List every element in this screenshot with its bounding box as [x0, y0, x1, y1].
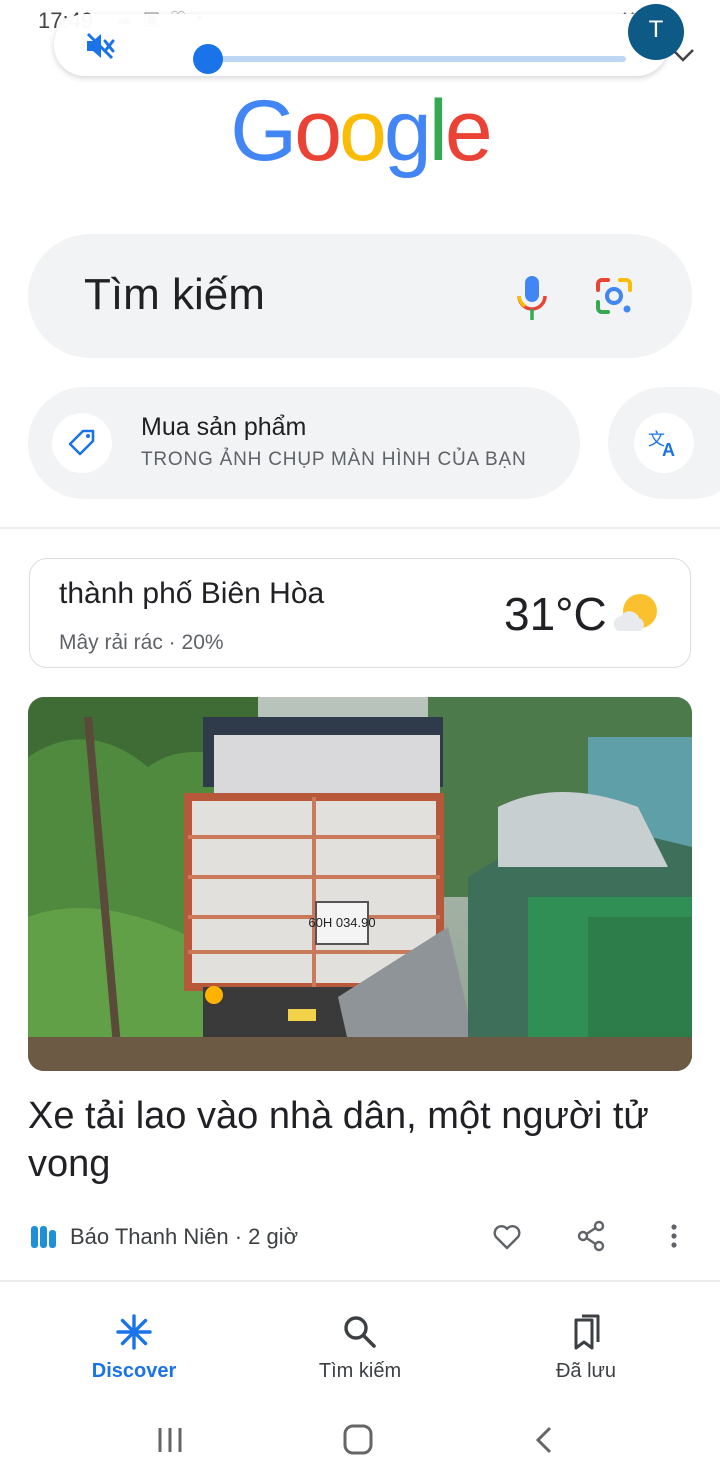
svg-text:A: A: [662, 440, 675, 458]
weather-city: thành phố Biên Hòa: [59, 577, 325, 610]
logo-letter: g: [383, 83, 432, 179]
bottom-nav: Discover Tìm kiếm Đã lưu: [0, 1296, 720, 1400]
logo-letter: e: [444, 83, 493, 179]
share-icon[interactable]: [576, 1220, 606, 1252]
recent-apps-icon[interactable]: [150, 1422, 190, 1458]
heart-icon[interactable]: [492, 1222, 522, 1250]
tag-icon: [68, 429, 95, 456]
weather-description: Mây rải rác · 20%: [59, 631, 224, 654]
shop-screenshot-chip[interactable]: Mua sản phẩm TRONG ẢNH CHỤP MÀN HÌNH CỦA…: [28, 387, 580, 499]
truck-crash-photo: 60H 034.90: [28, 697, 692, 1071]
search-icon: [344, 1316, 376, 1348]
discover-asterisk-icon: [116, 1314, 152, 1350]
article-source[interactable]: Báo Thanh Niên · 2 giờ: [70, 1224, 298, 1250]
article-image[interactable]: 60H 034.90: [28, 697, 692, 1071]
nav-discover[interactable]: Discover: [34, 1312, 234, 1383]
system-nav-bar: [0, 1400, 720, 1480]
source-logo-icon: [31, 1226, 56, 1248]
translate-chip[interactable]: 文 A: [608, 387, 720, 499]
nav-saved[interactable]: Đã lưu: [486, 1312, 686, 1383]
article-meta-row: Báo Thanh Niên · 2 giờ: [28, 1216, 692, 1256]
mic-icon[interactable]: [513, 274, 551, 322]
volume-panel: [54, 14, 694, 76]
chip-icon-wrap: [52, 413, 112, 473]
logo-letter: o: [339, 83, 387, 179]
translate-icon: 文 A: [648, 430, 675, 458]
chip-subtitle: TRONG ẢNH CHỤP MÀN HÌNH CỦA BẠN: [141, 449, 527, 470]
chip-icon-wrap: 文 A: [634, 413, 694, 473]
logo-letter: l: [428, 83, 448, 179]
search-placeholder: Tìm kiếm: [84, 270, 265, 319]
partly-cloudy-icon: [613, 594, 657, 631]
bookmarks-icon: [574, 1314, 600, 1350]
volume-slider-thumb[interactable]: [193, 44, 223, 74]
volume-slider-track[interactable]: [206, 56, 626, 62]
nav-label: Đã lưu: [555, 1360, 617, 1382]
nav-label: Tìm kiếm: [318, 1360, 402, 1382]
search-bar[interactable]: Tìm kiếm: [28, 234, 692, 358]
more-vert-icon[interactable]: [666, 1222, 682, 1250]
avatar[interactable]: T: [628, 4, 684, 60]
article-title[interactable]: Xe tải lao vào nhà dân, một người tử von…: [28, 1092, 692, 1188]
section-divider: [0, 527, 720, 529]
back-icon[interactable]: [526, 1422, 566, 1458]
feed-divider: [0, 1280, 720, 1282]
nav-search[interactable]: Tìm kiếm: [260, 1312, 460, 1383]
weather-card[interactable]: thành phố Biên Hòa Mây rải rác · 20% 31°…: [29, 558, 691, 668]
lens-icon[interactable]: [594, 276, 634, 316]
volume-mute-icon[interactable]: [84, 30, 116, 62]
nav-label: Discover: [91, 1360, 177, 1382]
chip-title: Mua sản phẩm: [141, 413, 307, 441]
home-icon[interactable]: [338, 1422, 378, 1458]
logo-letter: G: [230, 83, 297, 179]
truck-plate-text: 60H 034.90: [308, 915, 375, 930]
google-logo: Google: [0, 82, 720, 181]
logo-letter: o: [294, 83, 342, 179]
weather-temperature: 31°C: [504, 588, 607, 640]
